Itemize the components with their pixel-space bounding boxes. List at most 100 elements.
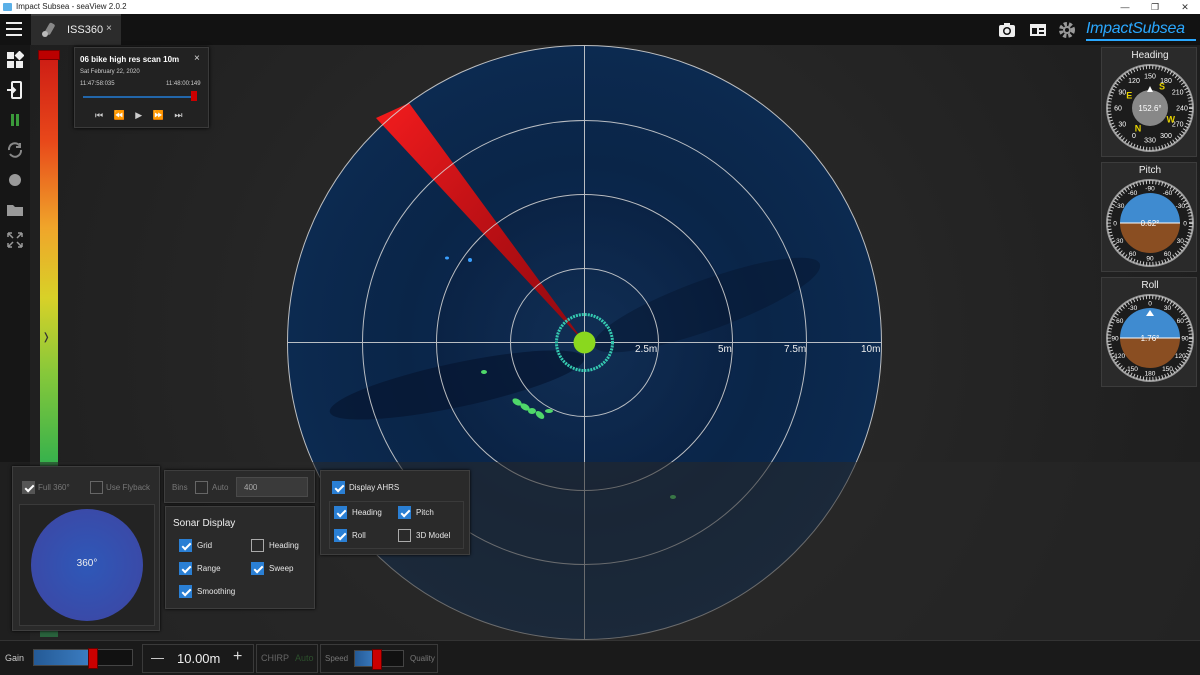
app-icon xyxy=(3,3,12,11)
pitch-tick-0: -90 xyxy=(1145,186,1155,193)
color-bar-max-handle[interactable] xyxy=(38,50,60,60)
heading-checkbox[interactable] xyxy=(251,539,264,552)
pitch-tick-3: 0 xyxy=(1183,221,1187,228)
pitch-tick-7: 60 xyxy=(1129,251,1137,258)
sweep-label: Sweep xyxy=(269,564,294,573)
speed-quality-slider[interactable] xyxy=(354,649,404,670)
brand-logo: ImpactSubsea xyxy=(1086,19,1196,41)
chirp-label: CHIRP xyxy=(261,653,290,663)
heading-label: Heading xyxy=(269,541,299,550)
tab-iss360[interactable]: ISS360 × xyxy=(31,14,121,45)
range-decrease-button[interactable]: — xyxy=(151,650,164,665)
chirp-mode: Auto xyxy=(295,653,314,663)
sonar-device-icon xyxy=(42,22,55,37)
roll-tick-4: 90 xyxy=(1181,336,1189,343)
scan-sector-panel: Full 360° Use Flyback 360° xyxy=(12,466,160,631)
record-icon[interactable] xyxy=(6,171,24,189)
use-flyback-checkbox[interactable] xyxy=(90,481,103,494)
ahrs-heading-checkbox[interactable] xyxy=(334,506,347,519)
ahrs-pitch-checkbox[interactable] xyxy=(398,506,411,519)
playback-close-icon[interactable]: × xyxy=(194,53,200,64)
ahrs-settings-panel: Display AHRS Heading Pitch Roll 3D Model xyxy=(320,470,470,555)
start-time: 11:47:58:035 xyxy=(80,81,115,87)
ahrs-roll-label: Roll xyxy=(352,531,366,540)
end-time: 11:48:00:149 xyxy=(166,81,201,87)
hamburger-menu-icon[interactable] xyxy=(6,22,22,36)
playback-scrubber-knob[interactable] xyxy=(191,91,197,101)
maximize-button[interactable]: ❐ xyxy=(1140,0,1170,14)
pitch-tick-1: -60 xyxy=(1163,190,1173,197)
range-label-7-5m: 7.5m xyxy=(784,344,806,355)
roll-title: Roll xyxy=(1141,280,1159,291)
bins-panel: Bins Auto 400 xyxy=(164,470,315,503)
range-label: Range xyxy=(197,564,221,573)
speed-quality-control: Speed Quality xyxy=(320,644,438,673)
roll-value: 1.76° xyxy=(1141,334,1160,343)
gain-slider[interactable] xyxy=(33,648,133,669)
layout-icon[interactable] xyxy=(1028,20,1048,40)
tab-label: ISS360 xyxy=(67,24,104,36)
pitch-gauge: -90-60-30030609060300-30-60 0.62° xyxy=(1106,179,1194,267)
playback-scrubber[interactable] xyxy=(83,96,197,98)
range-increase-button[interactable]: + xyxy=(233,648,242,666)
display-ahrs-checkbox[interactable] xyxy=(332,481,345,494)
pause-icon[interactable] xyxy=(6,111,24,129)
gain-label: Gain xyxy=(5,653,25,663)
gain-slider-knob[interactable] xyxy=(88,648,98,669)
device-connect-icon[interactable] xyxy=(6,81,24,99)
ahrs-roll-checkbox[interactable] xyxy=(334,529,347,542)
chirp-control[interactable]: CHIRP Auto xyxy=(256,644,318,673)
heading-tick-0: 120 xyxy=(1128,78,1140,85)
dashboard-icon[interactable] xyxy=(6,51,24,69)
playback-controls[interactable]: ⏮ ⏪ ▶ ⏩ ⏭ xyxy=(95,110,183,121)
heading-tick-8: 0 xyxy=(1132,133,1136,140)
sweep-checkbox[interactable] xyxy=(251,562,264,575)
tab-close-icon[interactable]: × xyxy=(106,23,112,34)
heading-tick-7: 330 xyxy=(1144,138,1156,145)
bins-auto-checkbox[interactable] xyxy=(195,481,208,494)
close-window-button[interactable]: ✕ xyxy=(1170,0,1200,14)
pitch-tick-10: -30 xyxy=(1115,203,1125,210)
sonar-transducer xyxy=(573,331,596,354)
heading-cardinal-1: W xyxy=(1167,115,1176,125)
color-bar-handle[interactable]: ❭ xyxy=(42,332,50,343)
pitch-tick-4: 30 xyxy=(1177,238,1185,245)
smoothing-checkbox[interactable] xyxy=(179,585,192,598)
gear-icon[interactable] xyxy=(1057,20,1077,40)
grid-checkbox[interactable] xyxy=(179,539,192,552)
roll-tick-6: 150 xyxy=(1162,366,1173,373)
speed-label: Speed xyxy=(325,654,349,663)
full360-label: Full 360° xyxy=(38,483,70,492)
quality-label: Quality xyxy=(410,654,435,663)
range-checkbox[interactable] xyxy=(179,562,192,575)
folder-icon[interactable] xyxy=(6,201,24,219)
pitch-instrument: Pitch -90 -60 -30 0 30 60 90 60 30 0 -30 -60 0.62° xyxy=(1101,162,1197,272)
window-title: Impact Subsea - seaView 2.0.2 xyxy=(16,2,127,11)
ahrs-heading-label: Heading xyxy=(352,508,382,517)
roll-tick-1: 0 xyxy=(1148,301,1152,308)
range-label-10m: 10m xyxy=(861,344,880,355)
ahrs-pitch-label: Pitch xyxy=(416,508,434,517)
fullscreen-icon[interactable] xyxy=(6,231,24,249)
pitch-tick-9: 0 xyxy=(1113,221,1117,228)
roll-tick-5: 120 xyxy=(1175,353,1186,360)
smoothing-label: Smoothing xyxy=(197,587,236,596)
pitch-tick-5: 60 xyxy=(1164,251,1172,258)
full360-checkbox[interactable] xyxy=(22,481,35,494)
heading-tick-6: 300 xyxy=(1160,133,1172,140)
pitch-tick-6: 90 xyxy=(1146,256,1154,263)
top-toolbar: ISS360 × ImpactSubsea xyxy=(0,14,1200,45)
ahrs-3d-model-checkbox[interactable] xyxy=(398,529,411,542)
heading-cardinal-2: N xyxy=(1135,123,1142,133)
heading-tick-11: 90 xyxy=(1118,90,1126,97)
pitch-title: Pitch xyxy=(1138,165,1162,176)
sector-dial[interactable]: 360° xyxy=(30,508,144,622)
refresh-icon[interactable] xyxy=(6,141,24,159)
heading-tick-4: 240 xyxy=(1176,106,1188,113)
camera-icon[interactable] xyxy=(997,20,1017,40)
speed-slider-knob[interactable] xyxy=(372,649,382,670)
heading-title: Heading xyxy=(1131,50,1169,61)
bins-input[interactable]: 400 xyxy=(236,477,308,497)
minimize-button[interactable]: — xyxy=(1110,0,1140,14)
ahrs-options-group xyxy=(329,501,464,549)
